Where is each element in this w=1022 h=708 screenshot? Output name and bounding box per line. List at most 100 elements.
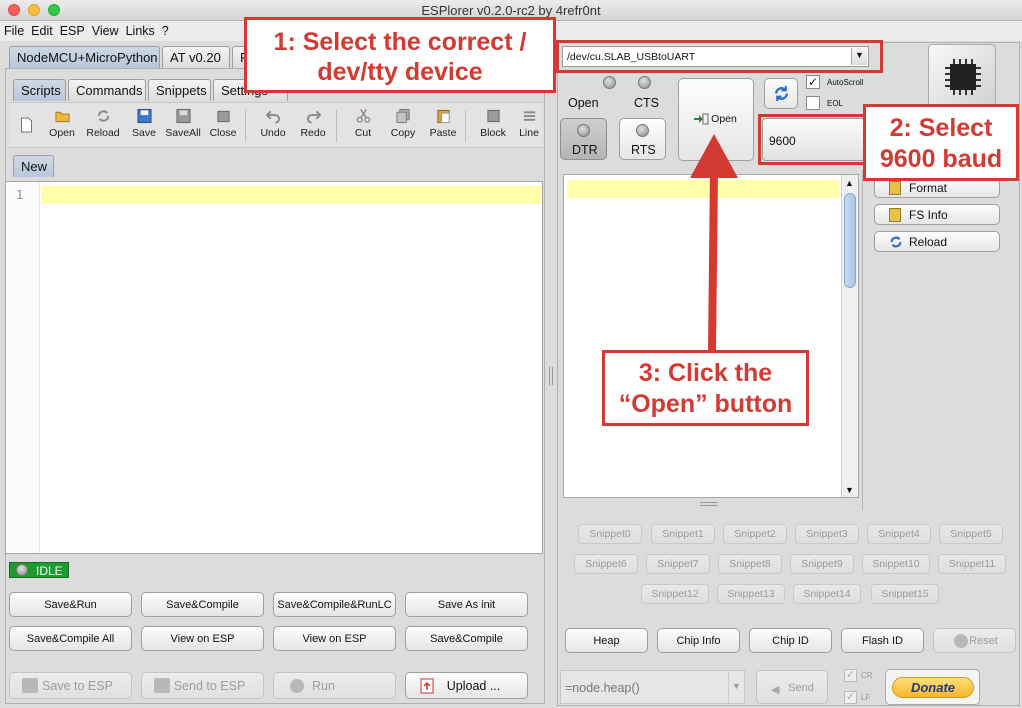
snippet-button[interactable]: Snippet3: [795, 524, 859, 544]
snippet-button[interactable]: Snippet6: [574, 554, 638, 574]
snippet-button[interactable]: Snippet11: [938, 554, 1006, 574]
tab-snippets[interactable]: Snippets: [148, 79, 211, 101]
snippet-button[interactable]: Snippet1: [651, 524, 715, 544]
lf-checkbox[interactable]: ✓: [844, 691, 857, 704]
status-badge: IDLE: [9, 562, 69, 578]
toolbar-divider: [465, 110, 466, 142]
copy-button[interactable]: Copy: [383, 108, 423, 139]
command-input[interactable]: =node.heap() ▼: [560, 670, 745, 704]
cut-button[interactable]: Cut: [343, 108, 383, 139]
reload-fs-button[interactable]: Reload: [874, 231, 1000, 252]
run-button[interactable]: Run: [273, 672, 396, 699]
annotation-baud-highlight: [758, 114, 866, 165]
autoscroll-label: AutoScroll: [827, 78, 864, 87]
menu-esp[interactable]: ESP: [56, 21, 88, 38]
heap-button[interactable]: Heap: [565, 628, 648, 653]
terminal-scrollbar[interactable]: ▲ ▼: [841, 175, 858, 497]
send-button[interactable]: ◀ Send: [756, 670, 828, 704]
scroll-down-icon[interactable]: ▼: [845, 485, 854, 495]
snippet-button[interactable]: Snippet12: [641, 584, 709, 604]
snippet-button[interactable]: Snippet5: [939, 524, 1003, 544]
snippet-button[interactable]: Snippet13: [717, 584, 785, 604]
snippet-button[interactable]: Snippet2: [723, 524, 787, 544]
block-icon: [486, 109, 500, 123]
tab-file-new[interactable]: New: [13, 155, 54, 177]
tab-commands[interactable]: Commands: [68, 79, 146, 101]
save-button[interactable]: Save: [124, 108, 164, 139]
rts-toggle[interactable]: RTS: [619, 118, 666, 160]
menu-file[interactable]: File: [0, 21, 27, 38]
cts-signal-label: CTS: [634, 96, 659, 110]
splitter-handle[interactable]: [549, 367, 553, 385]
annotation-step-1: 1: Select the correct / dev/tty device: [244, 17, 556, 93]
save-compile-button-2[interactable]: Save&Compile: [405, 626, 528, 651]
autoscroll-checkbox[interactable]: ✓: [806, 75, 820, 89]
cr-checkbox[interactable]: ✓: [844, 669, 857, 682]
dtr-toggle[interactable]: DTR: [560, 118, 607, 160]
snippet-button[interactable]: Snippet15: [871, 584, 939, 604]
snippet-button[interactable]: Snippet9: [790, 554, 854, 574]
save-all-button[interactable]: SaveAll: [163, 108, 203, 139]
chevron-down-icon[interactable]: ▼: [728, 671, 744, 703]
snippet-button[interactable]: Snippet4: [867, 524, 931, 544]
chip-info-button[interactable]: Chip Info: [657, 628, 740, 653]
paste-button[interactable]: Paste: [423, 108, 463, 139]
scrollbar-thumb[interactable]: [844, 193, 856, 288]
clipboard-icon: [436, 109, 450, 124]
power-icon: [954, 634, 968, 648]
reload-file-button[interactable]: Reload: [83, 108, 123, 139]
send-to-esp-button[interactable]: Send to ESP: [141, 672, 264, 699]
scroll-up-icon[interactable]: ▲: [845, 178, 854, 188]
save-as-init-button[interactable]: Save As init: [405, 592, 528, 617]
upload-button[interactable]: Upload ...: [405, 672, 528, 699]
line-number: 1: [16, 188, 24, 202]
snippet-button[interactable]: Snippet0: [578, 524, 642, 544]
new-file-icon: [20, 117, 32, 133]
fs-info-button[interactable]: FS Info: [874, 204, 1000, 225]
view-on-esp-button-2[interactable]: View on ESP: [273, 626, 396, 651]
window-title: ESPlorer v0.2.0-rc2 by 4refr0nt: [421, 3, 601, 18]
save-run-button[interactable]: Save&Run: [9, 592, 132, 617]
code-editor[interactable]: 1: [5, 181, 543, 554]
toolbar-divider: [245, 110, 246, 142]
flash-id-button[interactable]: Flash ID: [841, 628, 924, 653]
dtr-led-icon: [577, 124, 590, 137]
tab-scripts[interactable]: Scripts: [13, 79, 66, 101]
save-compile-all-button[interactable]: Save&Compile All: [9, 626, 132, 651]
eol-label: EOL: [827, 99, 844, 108]
snippet-button[interactable]: Snippet10: [862, 554, 930, 574]
new-file-button[interactable]: [6, 117, 46, 136]
scissors-icon: [356, 109, 370, 123]
menu-help[interactable]: ?: [158, 21, 172, 38]
menu-links[interactable]: Links: [122, 21, 158, 38]
block-comment-button[interactable]: Block: [473, 108, 513, 139]
line-comment-button[interactable]: Line: [513, 108, 545, 139]
donate-button[interactable]: Donate: [885, 669, 980, 705]
view-on-esp-button[interactable]: View on ESP: [141, 626, 264, 651]
folder-open-icon: [54, 111, 70, 123]
rts-led-icon: [636, 124, 649, 137]
save-compile-button[interactable]: Save&Compile: [141, 592, 264, 617]
lf-label: LF: [861, 693, 871, 702]
save-to-esp-button[interactable]: Save to ESP: [9, 672, 132, 699]
close-file-button[interactable]: Close: [203, 108, 243, 139]
tab-nodemcu-micropython[interactable]: NodeMCU+MicroPython: [9, 46, 160, 68]
menu-view[interactable]: View: [88, 21, 122, 38]
refresh-ports-button[interactable]: [764, 78, 798, 109]
tab-at[interactable]: AT v0.20: [162, 46, 230, 68]
reset-button[interactable]: Reset: [933, 628, 1016, 653]
eol-checkbox[interactable]: [806, 96, 820, 110]
save-compile-runlc-button[interactable]: Save&Compile&RunLC: [273, 592, 396, 617]
undo-button[interactable]: Undo: [253, 108, 293, 139]
snippet-button[interactable]: Snippet8: [718, 554, 782, 574]
snippet-button[interactable]: Snippet7: [646, 554, 710, 574]
redo-button[interactable]: Redo: [293, 108, 333, 139]
copy-icon: [395, 108, 410, 124]
menu-edit[interactable]: Edit: [27, 21, 56, 38]
open-file-button[interactable]: Open: [42, 108, 82, 139]
play-icon: [290, 679, 304, 693]
open-led-icon: [603, 76, 616, 89]
splitter-handle[interactable]: [700, 502, 718, 506]
chip-id-button[interactable]: Chip ID: [749, 628, 832, 653]
snippet-button[interactable]: Snippet14: [793, 584, 861, 604]
